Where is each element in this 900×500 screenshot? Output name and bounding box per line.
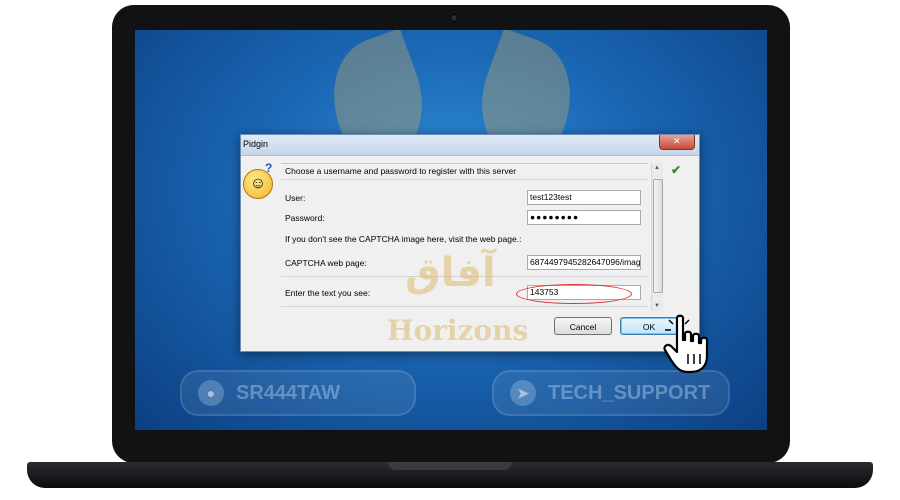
scroll-down-arrow-icon[interactable]: ▼ [654, 303, 660, 309]
desktop-badge-right: ➤ TECH_SUPPORT [492, 370, 730, 416]
watermark-arabic: آفاق [405, 250, 496, 296]
telegram-icon: ➤ [510, 380, 536, 406]
highlight-ellipse [516, 284, 632, 304]
cancel-button[interactable]: Cancel [554, 317, 612, 335]
laptop-base-notch [388, 462, 512, 470]
form-scrollbar[interactable]: ▲ ▼ [651, 163, 663, 311]
dialog-title: Pidgin [243, 139, 269, 149]
checkmark-plugin-icon: ✔ [671, 163, 682, 177]
password-field[interactable]: ●●●●●●●● [527, 210, 641, 225]
captcha-page-label: CAPTCHA web page: [285, 258, 367, 268]
divider [281, 179, 648, 180]
intro-text: Choose a username and password to regist… [285, 166, 517, 176]
close-button[interactable] [659, 135, 695, 150]
user-label: User: [285, 193, 306, 203]
chat-bubble-icon: ● [198, 380, 224, 406]
divider [281, 306, 648, 307]
user-field[interactable]: test123test [527, 190, 641, 205]
question-mark-icon: ? [265, 161, 273, 175]
desktop-badge-left: ● SR444TAW [180, 370, 416, 416]
scroll-up-arrow-icon[interactable]: ▲ [654, 165, 660, 171]
scroll-thumb[interactable] [653, 179, 663, 293]
webcam [450, 14, 458, 22]
badge-left-label: SR444TAW [236, 381, 341, 404]
dialog-titlebar[interactable]: Pidgin [241, 135, 699, 156]
password-label: Password: [285, 213, 325, 223]
badge-right-label: TECH_SUPPORT [548, 381, 711, 404]
enter-text-label: Enter the text you see: [285, 288, 371, 298]
captcha-page-field[interactable]: 6874497945282647096/image [527, 255, 641, 270]
captcha-hint: If you don't see the CAPTCHA image here,… [285, 234, 522, 244]
hand-pointer-icon [663, 314, 709, 374]
watermark-latin: Horizons [387, 314, 529, 347]
